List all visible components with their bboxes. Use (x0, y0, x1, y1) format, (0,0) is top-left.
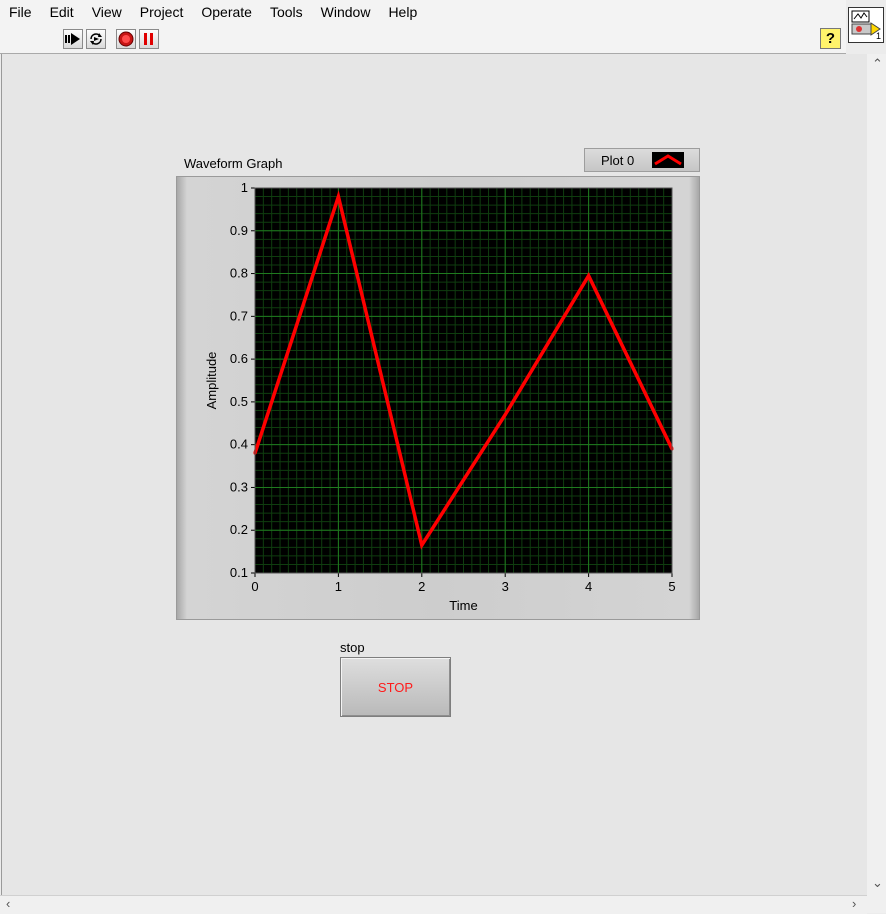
x-axis-label: Time (449, 598, 477, 613)
vi-number: 1 (875, 31, 881, 41)
abort-icon (118, 31, 134, 47)
pause-icon (144, 33, 153, 45)
y-tick-label: 0.8 (230, 266, 248, 281)
menu-help[interactable]: Help (379, 0, 426, 24)
y-tick-label: 0.2 (230, 522, 248, 537)
graph-label: Waveform Graph (184, 156, 283, 171)
menu-tools[interactable]: Tools (261, 0, 312, 24)
plot-legend[interactable]: Plot 0 (584, 148, 700, 172)
scroll-up-icon[interactable]: ⌃ (872, 57, 883, 71)
data-point (336, 195, 340, 199)
scroll-down-icon[interactable]: ⌄ (872, 876, 883, 890)
context-help-button[interactable]: ? (820, 28, 841, 49)
horizontal-scrollbar[interactable]: ‹ › (0, 895, 867, 914)
y-tick-label: 0.3 (230, 479, 248, 494)
menu-bar: File Edit View Project Operate Tools Win… (0, 0, 846, 24)
run-continuously-button[interactable] (86, 29, 106, 49)
menu-file[interactable]: File (0, 0, 41, 24)
y-tick-label: 0.9 (230, 223, 248, 238)
legend-plot-name: Plot 0 (601, 153, 635, 168)
run-arrow-icon (65, 33, 80, 45)
legend-line-icon (652, 152, 684, 168)
abort-button[interactable] (116, 29, 136, 49)
x-tick-label: 2 (418, 579, 425, 594)
x-tick-label: 5 (668, 579, 675, 594)
menu-window[interactable]: Window (312, 0, 380, 24)
x-tick-label: 1 (335, 579, 342, 594)
y-tick-label: 0.7 (230, 308, 248, 323)
stop-button[interactable]: STOP (340, 657, 451, 717)
pause-button[interactable] (139, 29, 159, 49)
y-tick-label: 1 (241, 180, 248, 195)
menu-view[interactable]: View (83, 0, 131, 24)
run-continuously-icon (90, 33, 102, 45)
data-point (420, 543, 424, 547)
x-tick-label: 3 (502, 579, 509, 594)
y-tick-label: 0.6 (230, 351, 248, 366)
menu-edit[interactable]: Edit (41, 0, 83, 24)
menu-operate[interactable]: Operate (192, 0, 261, 24)
stop-label: stop (340, 640, 365, 655)
menu-project[interactable]: Project (131, 0, 193, 24)
x-tick-label: 4 (585, 579, 592, 594)
vertical-scrollbar[interactable]: ⌃ ⌄ (867, 54, 886, 895)
scroll-left-icon[interactable]: ‹ (6, 897, 10, 911)
run-button[interactable] (63, 29, 83, 49)
resize-grip[interactable] (867, 895, 886, 913)
x-tick-label: 0 (251, 579, 258, 594)
y-tick-label: 0.1 (230, 565, 248, 580)
y-axis-label: Amplitude (204, 352, 219, 410)
data-point (587, 274, 591, 278)
toolbar: ? (0, 24, 846, 54)
waveform-graph[interactable]: 0 1 2 3 4 5 0.1 0.2 0.3 0.4 0.5 0.6 0.7 0.8 0.9 1 Time Am… (176, 176, 700, 620)
graph-plot-svg: 0 1 2 3 4 5 0.1 0.2 0.3 0.4 0.5 0.6 0.7 0.8 0.9 1 Time Am… (204, 180, 676, 613)
data-point (503, 413, 507, 417)
y-tick-label: 0.5 (230, 394, 248, 409)
vi-icon[interactable]: 1 (848, 7, 884, 43)
y-tick-label: 0.4 (230, 437, 248, 452)
scroll-right-icon[interactable]: › (852, 897, 856, 911)
